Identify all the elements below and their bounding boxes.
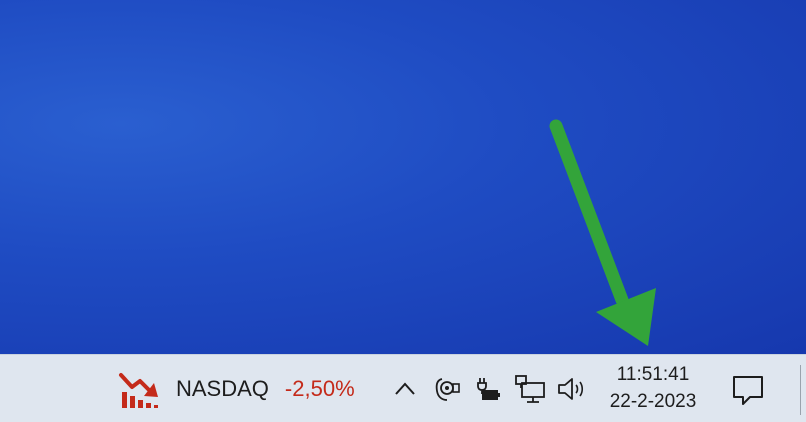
taskbar-clock[interactable]: 11:51:41 22-2-2023 bbox=[598, 361, 708, 415]
notification-center-button[interactable] bbox=[730, 373, 766, 407]
camera-icon bbox=[435, 378, 460, 401]
taskbar: NASDAQ -2,50% 11:51:41 22-2-2023 bbox=[0, 354, 806, 422]
desktop bbox=[0, 0, 806, 354]
clock-time: 11:51:41 bbox=[616, 364, 690, 385]
volume-icon bbox=[558, 378, 584, 400]
show-desktop-edge[interactable] bbox=[800, 365, 801, 415]
notification-icon bbox=[733, 376, 763, 405]
stock-change: -2,50% bbox=[284, 376, 355, 401]
stock-down-icon bbox=[119, 373, 158, 408]
green-arrow-annotation bbox=[549, 119, 656, 346]
volume-tray-button[interactable] bbox=[556, 369, 588, 409]
network-icon bbox=[515, 375, 545, 403]
stock-widget[interactable]: NASDAQ -2,50% bbox=[118, 367, 355, 411]
battery-tray-button[interactable] bbox=[472, 369, 502, 409]
stock-name: NASDAQ bbox=[176, 376, 269, 401]
camera-tray-button[interactable] bbox=[432, 369, 462, 409]
battery-icon bbox=[477, 378, 500, 400]
show-hidden-icons-button[interactable] bbox=[392, 369, 418, 409]
clock-date: 22-2-2023 bbox=[609, 391, 697, 412]
network-tray-button[interactable] bbox=[514, 369, 546, 409]
chevron-up-icon bbox=[395, 382, 415, 395]
